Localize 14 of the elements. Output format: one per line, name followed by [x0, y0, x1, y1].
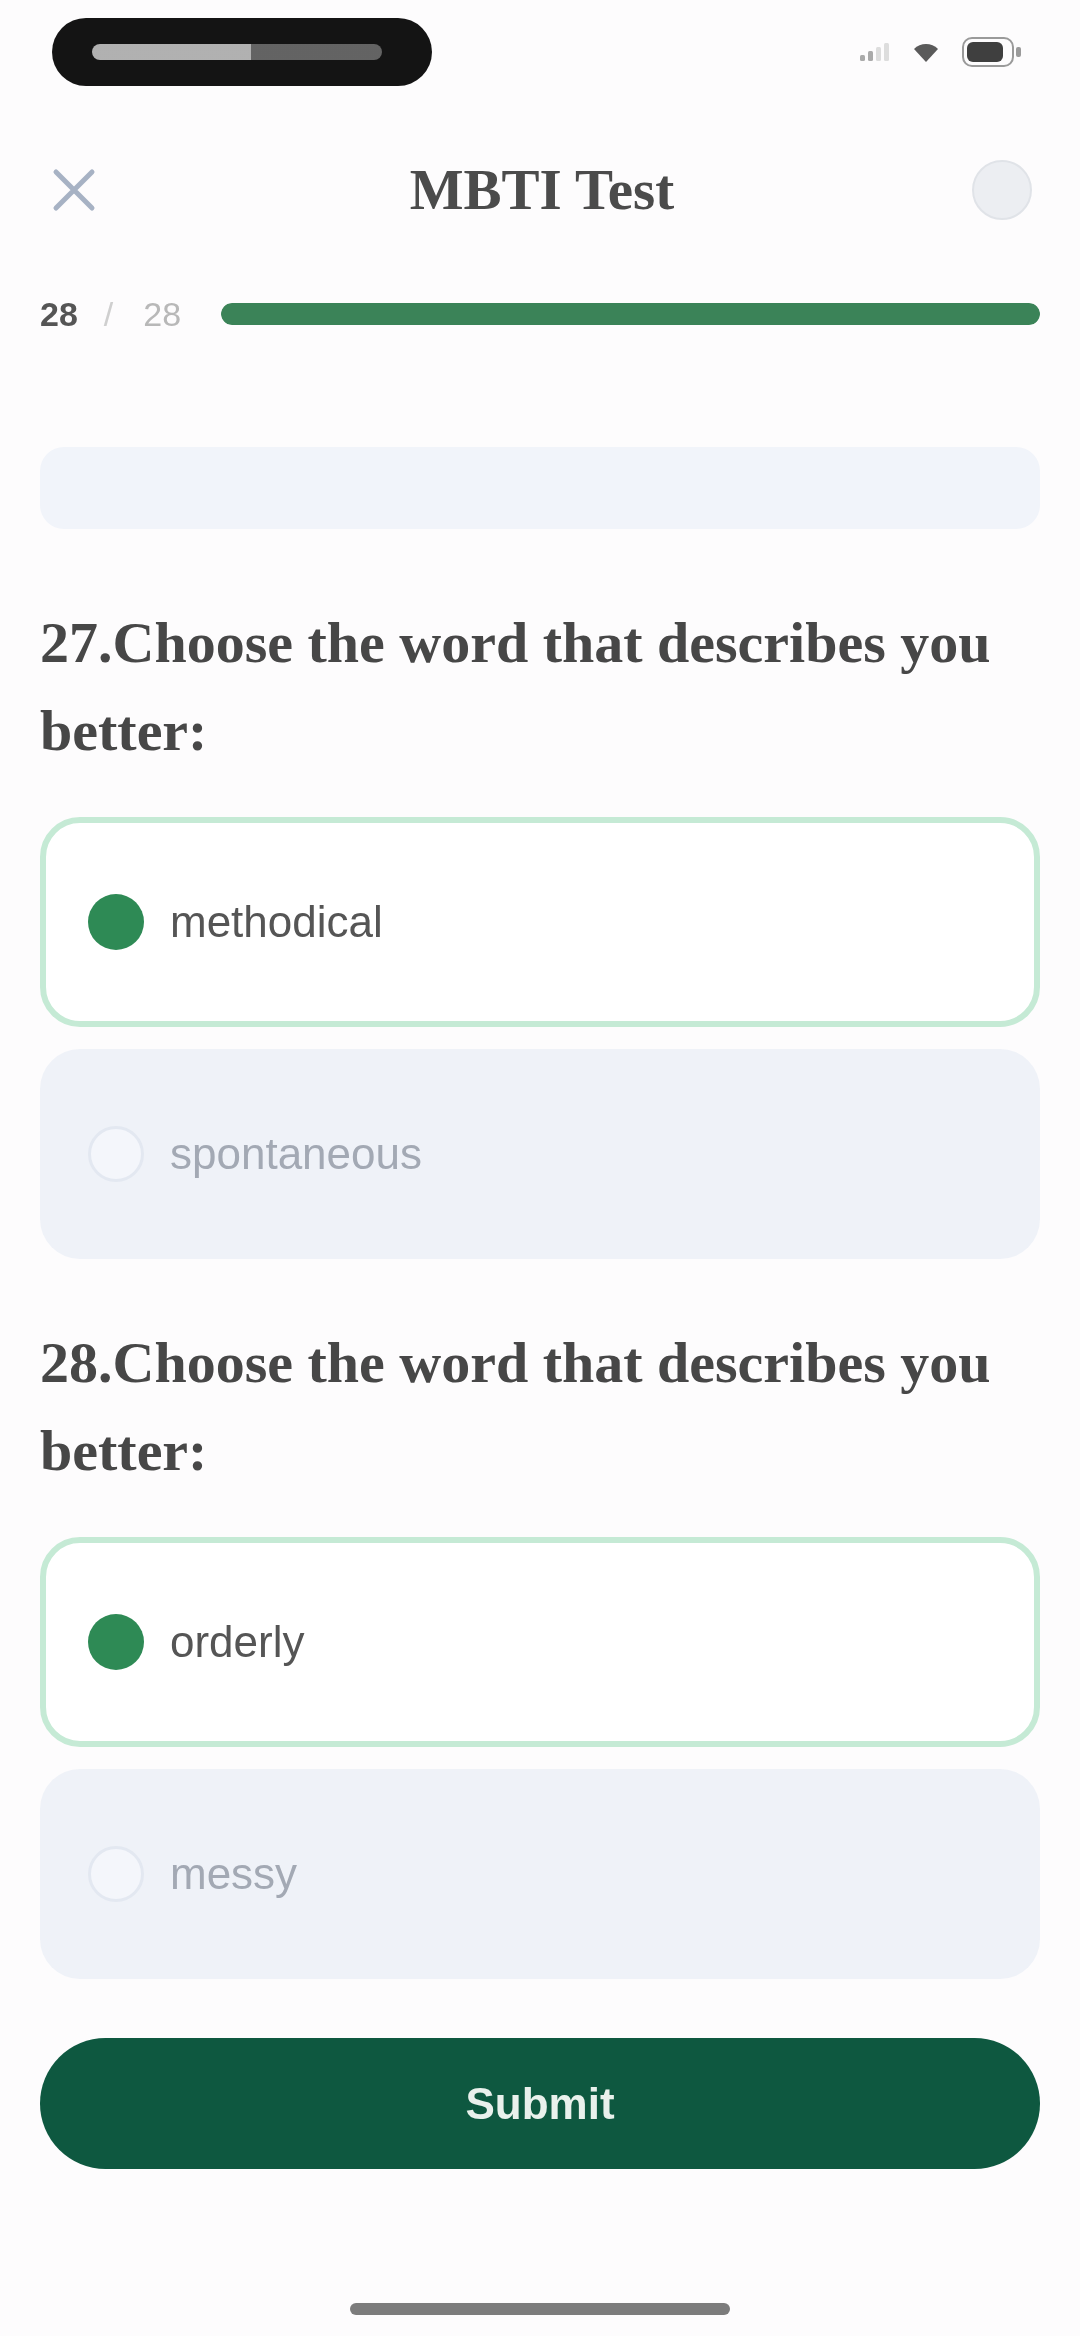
question-text: 27.Choose the word that describes you better:: [40, 609, 992, 765]
close-icon[interactable]: [52, 168, 96, 212]
question-text: 28.Choose the word that describes you better:: [40, 1329, 992, 1485]
circle-icon[interactable]: [972, 160, 1032, 220]
signal-icon: [860, 41, 890, 63]
separator-slash: /: [103, 294, 114, 334]
current-question-number: 28: [40, 294, 78, 334]
answer-option[interactable]: orderly: [40, 1537, 1040, 1747]
wifi-icon: [912, 41, 940, 63]
battery-icon: [962, 37, 1022, 67]
total-question-count: 28: [143, 294, 182, 334]
answer-option[interactable]: methodical: [40, 817, 1040, 1027]
page-title: MBTI Test: [409, 156, 675, 223]
submit-button[interactable]: Submit: [40, 2038, 1040, 2169]
